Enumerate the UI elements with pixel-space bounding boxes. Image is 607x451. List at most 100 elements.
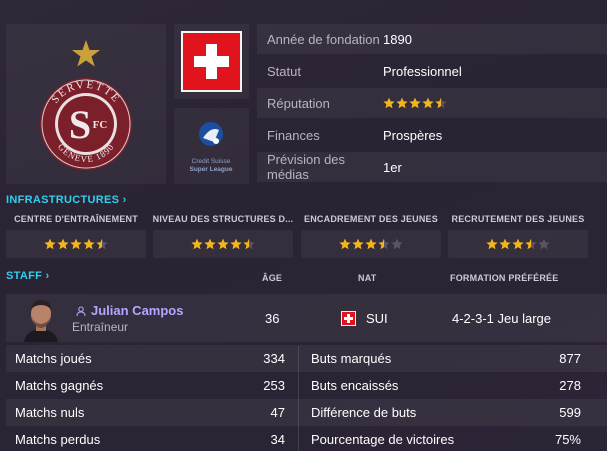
star-icon [230, 238, 242, 250]
staff-formation: 4-2-3-1 Jeu large [452, 311, 551, 326]
star-icon [486, 238, 498, 250]
stat-row: Matchs gagnés 253 Buts encaissés 278 [6, 372, 607, 399]
stat-label: Matchs joués [15, 351, 92, 366]
league-logo-panel[interactable]: Credit Suisse Super League [174, 108, 249, 184]
infra-rating-training [6, 230, 146, 258]
stat-label: Buts marqués [311, 351, 392, 366]
info-label: Année de fondation [267, 31, 380, 47]
info-value: 1er [383, 159, 402, 175]
star-icon [70, 238, 82, 250]
stat-value: 334 [263, 351, 285, 366]
info-row-status: Statut Professionnel [257, 56, 607, 86]
stats-divider [298, 346, 299, 451]
star-icon [409, 97, 421, 109]
info-row-finances: Finances Prospères [257, 120, 607, 150]
infrastructures-title[interactable]: INFRASTRUCTURES › [6, 194, 127, 206]
star-icon [396, 97, 408, 109]
chevron-right-icon: › [45, 270, 50, 282]
stat-value: 599 [559, 405, 581, 420]
star-icon [217, 238, 229, 250]
avatar [24, 300, 58, 342]
league-logo-text-2: Super League [190, 166, 233, 173]
stat-value: 278 [559, 378, 581, 393]
stat-value: 34 [270, 432, 285, 447]
star-icon [525, 238, 537, 250]
stat-label: Différence de buts [311, 405, 417, 420]
staff-name-link[interactable]: Julian Campos [91, 303, 183, 318]
star-icon [378, 238, 390, 250]
info-value: Professionnel [383, 63, 462, 79]
staff-title-text: STAFF [6, 270, 43, 282]
rating-stars [191, 238, 255, 250]
info-label: Finances [267, 127, 320, 143]
rating-stars [339, 238, 403, 250]
staff-role: Entraîneur [72, 320, 129, 334]
star-icon [538, 238, 550, 250]
infra-rating-youth-recruitment [448, 230, 588, 258]
infra-label: ENCADREMENT DES JEUNES [304, 214, 438, 224]
star-icon [435, 97, 447, 109]
rating-stars [44, 238, 108, 250]
staff-header-nat: NAT [358, 273, 377, 283]
star-icon [204, 238, 216, 250]
star-icon [391, 238, 403, 250]
infra-label: RECRUTEMENT DES JEUNES [451, 214, 585, 224]
stat-label: Matchs nuls [15, 405, 85, 420]
infra-rating-facilities [153, 230, 293, 258]
stat-row: Matchs joués 334 Buts marqués 877 [6, 345, 607, 372]
star-icon [365, 238, 377, 250]
star-icon [512, 238, 524, 250]
swiss-flag-icon [181, 31, 242, 92]
club-crest-panel: SERVETTE GENEVE 1890 S FC [6, 24, 166, 184]
staff-header-formation: FORMATION PRÉFÉRÉE [450, 273, 559, 283]
star-icon [422, 97, 434, 109]
info-label: Statut [267, 63, 301, 79]
info-label: Prévision des médias [267, 152, 346, 182]
infra-label: CENTRE D'ENTRAÎNEMENT [14, 214, 138, 224]
staff-header-age: ÂGE [262, 273, 283, 283]
rating-stars [486, 238, 550, 250]
infra-rating-youth-coaching [301, 230, 441, 258]
crest-star-icon [72, 40, 100, 67]
stat-label: Pourcentage de victoires [311, 432, 455, 447]
staff-row[interactable]: Julian Campos Entraîneur 36 SUI 4-2-3-1 … [6, 294, 607, 342]
stat-value: 253 [263, 378, 285, 393]
nation-flag-panel[interactable] [174, 24, 249, 99]
club-crest: SERVETTE GENEVE 1890 S FC [40, 40, 132, 170]
info-label: Réputation [267, 95, 330, 111]
star-icon [191, 238, 203, 250]
chevron-right-icon: › [122, 194, 127, 206]
star-icon [96, 238, 108, 250]
stat-label: Matchs perdus [15, 432, 101, 447]
infrastructures-title-text: INFRASTRUCTURES [6, 194, 120, 206]
star-icon [339, 238, 351, 250]
star-icon [352, 238, 364, 250]
infra-label: NIVEAU DES STRUCTURES D... [152, 214, 294, 224]
info-row-media-prediction: Prévision des médias 1er [257, 152, 607, 182]
star-icon [44, 238, 56, 250]
crest-monogram-small: FC [93, 119, 108, 131]
star-icon [83, 238, 95, 250]
league-logo-icon: Credit Suisse Super League [190, 122, 233, 173]
swiss-flag-icon [341, 311, 356, 326]
stat-label: Buts encaissés [311, 378, 399, 393]
league-logo-text-1: Credit Suisse [192, 158, 231, 165]
staff-nationality: SUI [366, 311, 388, 326]
stat-value: 47 [270, 405, 285, 420]
star-icon [57, 238, 69, 250]
reputation-stars [383, 97, 447, 109]
star-icon [499, 238, 511, 250]
staff-title[interactable]: STAFF › [6, 270, 49, 282]
info-row-reputation: Réputation [257, 88, 607, 118]
user-icon [76, 306, 86, 316]
info-value: Prospères [383, 127, 443, 143]
stat-value: 75% [554, 432, 581, 447]
crest-monogram: S [69, 102, 91, 147]
stat-label: Matchs gagnés [15, 378, 104, 393]
stat-value: 877 [559, 351, 581, 366]
info-row-founded: Année de fondation 1890 [257, 24, 607, 54]
star-icon [383, 97, 395, 109]
stat-row: Matchs nuls 47 Différence de buts 599 [6, 399, 607, 426]
info-value: 1890 [383, 31, 412, 47]
staff-age: 36 [265, 311, 280, 326]
